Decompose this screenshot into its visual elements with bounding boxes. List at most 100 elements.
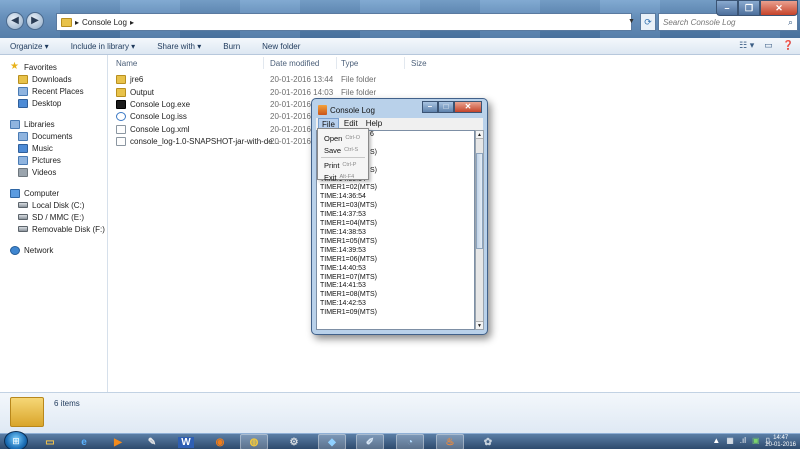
firefox-icon[interactable]: ◉ [206, 434, 234, 449]
chrome-icon[interactable]: ◍ [240, 434, 268, 449]
scroll-down-icon[interactable]: ▼ [476, 321, 483, 329]
paint-icon[interactable]: ✎ [138, 434, 166, 449]
nav-libraries[interactable]: Libraries [0, 118, 107, 130]
nav-item-music[interactable]: Music [0, 142, 107, 154]
menu-item-open[interactable]: Open Ctrl-O [318, 132, 368, 144]
start-button[interactable]: ⊞ [4, 431, 28, 449]
nav-item-downloads[interactable]: Downloads [0, 73, 107, 85]
console-line: TIME:14:42:53 [320, 300, 366, 308]
organize-button[interactable]: Organize ▾ [10, 42, 49, 51]
address-bar[interactable]: ▸ Console Log ▸ [56, 13, 632, 31]
nav-item-desktop[interactable]: Desktop [0, 97, 107, 109]
file-name: jre6 [130, 75, 144, 84]
burn-button[interactable]: Burn [223, 42, 240, 51]
help-icon[interactable]: ❓ [783, 40, 794, 51]
breadcrumb-chevron-icon[interactable]: ▸ [130, 18, 134, 27]
column-separator[interactable] [263, 57, 264, 69]
column-header-name[interactable]: Name [116, 59, 137, 68]
battery-icon[interactable]: ▣ [752, 436, 760, 445]
jar-icon [116, 137, 126, 146]
nav-label: Videos [32, 167, 57, 177]
search-icon[interactable]: ⌕ [788, 17, 793, 28]
menu-item-print[interactable]: Print Ctrl-P [318, 159, 368, 171]
new-folder-button[interactable]: New folder [262, 42, 300, 51]
nav-label: Network [24, 245, 54, 255]
nav-computer[interactable]: Computer [0, 187, 107, 199]
console-line: TIMER1=08(MTS) [320, 291, 377, 299]
close-button[interactable]: ✕ [760, 0, 798, 16]
nav-item-pictures[interactable]: Pictures [0, 154, 107, 166]
tray-expand-icon[interactable]: ▲ [712, 436, 720, 445]
share-with-button[interactable]: Share with ▾ [157, 42, 201, 51]
nav-network[interactable]: Network [0, 244, 107, 256]
videos-icon [18, 167, 28, 177]
console-line: TIME:14:41:53 [320, 282, 366, 290]
preview-pane-icon[interactable]: ▭ [764, 40, 773, 51]
console-line: TIME:14:37:53 [320, 211, 366, 219]
scroll-up-icon[interactable]: ▲ [476, 131, 483, 139]
explorer-icon[interactable]: ▭ [36, 434, 64, 449]
box-icon[interactable]: ◆ [318, 434, 346, 449]
console-maximize-button[interactable]: □ [438, 101, 454, 113]
back-button[interactable]: ◀ [6, 12, 24, 30]
search-input[interactable] [663, 17, 773, 27]
menu-item-save[interactable]: Save Ctrl-S [318, 144, 368, 156]
settings-icon[interactable]: ✿ [474, 434, 502, 449]
forward-button[interactable]: ▶ [26, 12, 44, 30]
file-name: Console Log.exe [130, 100, 191, 109]
column-header-date[interactable]: Date modified [270, 59, 319, 68]
column-separator[interactable] [336, 57, 337, 69]
java-icon[interactable]: ♨ [436, 434, 464, 449]
include-in-library-button[interactable]: Include in library ▾ [71, 42, 136, 51]
console-title-bar[interactable]: Console Log [318, 105, 375, 115]
tool-icon[interactable]: ⚙ [280, 434, 308, 449]
nav-item-videos[interactable]: Videos [0, 166, 107, 178]
console-minimize-button[interactable]: – [422, 101, 438, 113]
console-line: TIME:14:38:53 [320, 228, 366, 236]
file-row[interactable]: jre6 20-01-2016 13:44 File folder [116, 75, 456, 87]
refresh-button[interactable]: ⟳ [640, 13, 656, 31]
pen-icon[interactable]: ✐ [356, 434, 384, 449]
nav-item-documents[interactable]: Documents [0, 130, 107, 142]
nav-label: Pictures [32, 155, 61, 165]
computer-icon [10, 188, 20, 198]
star-icon: ★ [10, 61, 19, 72]
console-scrollbar[interactable]: ▲ ▼ [475, 130, 484, 330]
column-header-size[interactable]: Size [411, 59, 427, 68]
view-options-icon[interactable]: ☷ ▾ [739, 40, 754, 51]
java-icon [318, 105, 327, 115]
media-player-icon[interactable]: ▶ [104, 434, 132, 449]
minimize-button[interactable]: – [716, 0, 738, 16]
nav-label: Documents [32, 131, 73, 141]
menu-item-exit[interactable]: Exit Alt-F4 [318, 171, 368, 183]
nav-item-local-disk[interactable]: Local Disk (C:) [0, 199, 107, 211]
file-name: console_log-1.0-SNAPSHOT-jar-with-de... [130, 137, 280, 146]
column-separator[interactable] [404, 57, 405, 69]
address-dropdown-icon[interactable]: ▼ [628, 13, 640, 31]
nav-favorites[interactable]: ★ Favorites [0, 61, 107, 73]
scroll-thumb[interactable] [476, 153, 483, 249]
nav-item-recent-places[interactable]: Recent Places [0, 85, 107, 97]
clock[interactable]: 14:47 20-01-2016 [765, 435, 796, 449]
nav-label: SD / MMC (E:) [32, 212, 84, 222]
console-close-button[interactable]: ✕ [454, 101, 482, 113]
file-name: Output [130, 88, 155, 97]
nav-item-sd-card[interactable]: SD / MMC (E:) [0, 211, 107, 223]
console-title: Console Log [330, 105, 375, 115]
maximize-button[interactable]: ❐ [738, 0, 760, 16]
signal-icon[interactable]: .ıl [740, 436, 746, 445]
network-icon[interactable]: ◔ [396, 434, 424, 449]
column-header-type[interactable]: Type [341, 59, 358, 68]
console-line: TIMER1=04(MTS) [320, 220, 377, 228]
menu-item-label: Exit [324, 172, 337, 182]
breadcrumb-item[interactable]: Console Log [82, 18, 127, 27]
nav-item-removable-disk[interactable]: Removable Disk (F:) [0, 223, 107, 235]
file-name: Console Log.iss [130, 112, 187, 121]
clock-time: 14:47 [773, 435, 789, 441]
nav-label: Libraries [24, 119, 55, 129]
pictures-icon [18, 155, 28, 165]
action-center-icon[interactable]: ▦ [726, 436, 734, 445]
ie-icon[interactable]: e [70, 434, 98, 449]
word-icon[interactable]: W [172, 434, 200, 449]
nav-label: Music [32, 143, 53, 153]
